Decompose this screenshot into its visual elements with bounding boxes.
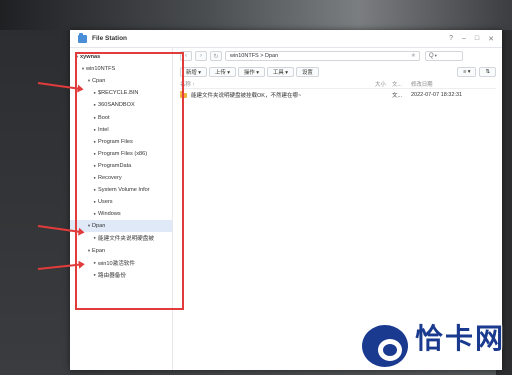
tree-item[interactable]: ▸ 路由器备份 [70,269,172,281]
minimize-icon[interactable]: – [462,35,466,43]
tree-item[interactable]: ▸ System Volume Infor [70,184,172,196]
tree-item[interactable]: ▸ Program Files [70,136,172,148]
file-name-cell: 能建文件夹说明硬盘被挂载OK，不然建在哪~ [180,91,375,99]
tree-item[interactable]: ▾ xywnas [70,51,172,63]
folder-tree: ▾ xywnas ▾ win10NTFS ▾ Cpan ▸ $RECYCLE.BIN ▸ 360S… [70,48,173,370]
tree-item-label: Boot [98,114,110,121]
action-button[interactable]: 操作 ▾ [238,66,265,77]
tree-item-label: $RECYCLE.BIN [98,90,139,97]
action-toolbar: 新增 ▾ 上传 ▾ 操作 ▾ 工具 ▾ 设置 ≡ ▾ ⇅ [174,64,502,79]
path-field[interactable]: win10NTFS > Dpan ★ [225,51,420,61]
column-type[interactable]: 文... [392,80,411,88]
tree-item-label: win10NTFS [86,66,116,73]
tree-item[interactable]: ▸ Intel [70,124,172,136]
tree-item[interactable]: ▾ Dpan [70,220,172,233]
settings-button[interactable]: 设置 [296,66,319,77]
file-name: 能建文件夹说明硬盘被挂载OK，不然建在哪~ [191,93,302,99]
folder-icon [180,91,187,98]
tree-item[interactable]: ▸ Recovery [70,172,172,184]
create-button[interactable]: 新增 ▾ [180,66,207,77]
tree-item[interactable]: ▸ Users [70,196,172,208]
upload-button[interactable]: 上传 ▾ [209,66,236,77]
tree-item-label: Dpan [92,223,106,230]
refresh-button[interactable]: ↻ [210,51,222,61]
tree-item-label: Recovery [98,174,122,181]
column-name[interactable]: 名称 ↑ [180,80,375,88]
tree-item[interactable]: ▸ 360SANDBOX [70,99,172,111]
tree-item-label: System Volume Infor [98,187,150,194]
tree-item-label: Cpan [92,78,106,85]
tree-item-label: xywnas [80,54,101,61]
tree-item[interactable]: ▸ ProgramData [70,160,172,172]
tree-item[interactable]: ▸ Boot [70,111,172,123]
watermark-url: qiaqa.com [417,358,463,367]
tree-item-label: 路由器备份 [98,272,126,279]
column-modified[interactable]: 修改日期 [411,80,491,88]
watermark-logo-icon [359,322,411,370]
help-icon[interactable]: ? [449,35,453,43]
star-icon[interactable]: ★ [411,52,416,61]
tree-item-label: Windows [98,211,121,218]
file-modified: 2022-07-07 18:32:31 [411,92,463,98]
tree-item-label: 360SANDBOX [98,102,135,109]
tree-item-label: win10激活软件 [98,260,135,267]
column-size[interactable]: 大小 [375,80,392,88]
file-table: 名称 ↑ 大小 文... 修改日期 能建文件夹说明硬盘被挂载OK，不然建在哪~ … [174,79,502,101]
tree-item-label: Intel [98,126,109,133]
maximize-icon[interactable]: □ [475,35,479,43]
tree-item-label: Users [98,199,113,206]
tree-item[interactable]: ▾ win10NTFS [70,63,172,75]
view-controls: ≡ ▾ ⇅ [457,66,496,77]
navigation-bar: ‹ › ↻ win10NTFS > Dpan ★ Q ▾ [174,48,502,64]
tree-item[interactable]: ▸ Windows [70,208,172,220]
watermark-text: 恰卡网 [415,322,506,355]
tree-item[interactable]: ▸ win10激活软件 [70,257,172,269]
table-row[interactable]: 能建文件夹说明硬盘被挂载OK，不然建在哪~ 文... 2022-07-07 18… [180,89,496,101]
search-input[interactable]: Q ▾ [425,51,463,61]
close-icon[interactable]: ✕ [488,35,494,43]
view-mode-icon[interactable]: ≡ ▾ [457,66,477,77]
tree-item[interactable]: ▸ Program Files (x86) [70,148,172,160]
tree-item-label: Program Files (x86) [98,150,148,157]
tree-item[interactable]: ▸ 能建文件夹说明硬盘被 [70,232,172,244]
sort-icon[interactable]: ⇅ [479,66,496,77]
table-header: 名称 ↑ 大小 文... 修改日期 [180,79,496,89]
tree-item-label: Program Files [98,138,133,145]
desktop-wallpaper-left [0,30,70,375]
tree-item-label: 能建文件夹说明硬盘被 [98,236,154,243]
tree-item[interactable]: ▾ Epan [70,245,172,257]
forward-button[interactable]: › [195,51,207,61]
file-type: 文... [392,93,403,99]
back-button[interactable]: ‹ [180,51,192,61]
tree-item[interactable]: ▾ Cpan [70,75,172,87]
site-watermark: 恰卡网 qiaqa.com [355,318,512,375]
desktop-wallpaper-top [0,0,512,30]
tree-item[interactable]: ▸ $RECYCLE.BIN [70,87,172,99]
path-text: win10NTFS > Dpan [230,53,279,59]
tools-button[interactable]: 工具 ▾ [267,66,294,77]
tree-item-label: Epan [92,247,106,254]
window-titlebar[interactable]: File Station ? – □ ✕ [70,30,502,48]
tree-item-label: ProgramData [98,162,132,169]
search-icon: Q [429,53,434,59]
file-station-icon [78,32,87,43]
search-dropdown-icon[interactable]: ▾ [435,53,437,59]
window-controls: ? – □ ✕ [449,35,494,43]
window-title: File Station [92,35,128,42]
